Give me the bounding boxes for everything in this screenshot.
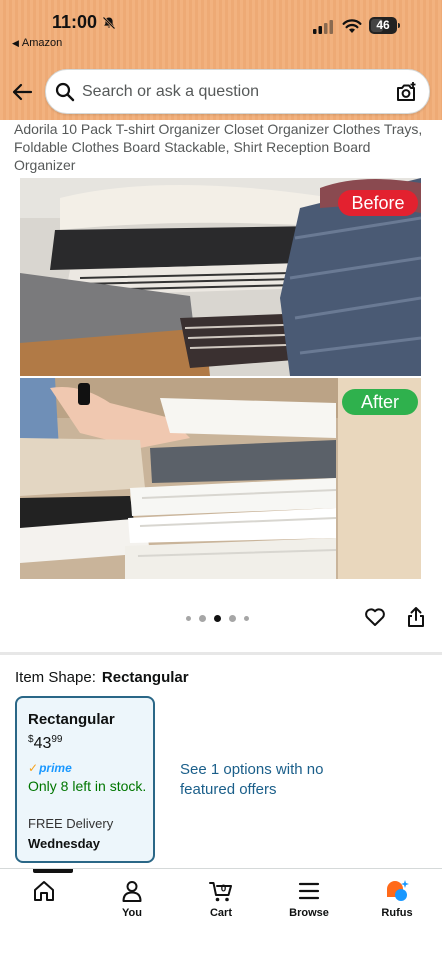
status-time: 11:00 (52, 12, 98, 32)
heart-icon[interactable] (364, 606, 386, 628)
home-icon (34, 881, 54, 901)
nav-browse[interactable]: Browse (274, 869, 344, 929)
rufus-icon (387, 880, 409, 901)
price-fraction: 99 (51, 734, 63, 745)
share-icon[interactable] (406, 606, 426, 628)
prime-label: prime (39, 761, 72, 775)
see-options-link[interactable]: See 1 options with no featured offers (180, 760, 340, 800)
bell-slash-icon (102, 16, 116, 30)
carousel-dot[interactable] (186, 615, 191, 621)
product-image[interactable]: Before After (20, 178, 421, 579)
search-input[interactable] (82, 78, 382, 106)
nav-home[interactable] (9, 869, 79, 929)
back-to-app-link[interactable]: ◀ Amazon (12, 37, 62, 49)
delivery-label: FREE Delivery (28, 816, 114, 831)
prime-badge: ✓prime (28, 761, 72, 775)
after-badge: After (342, 389, 418, 415)
nav-label: Browse (289, 907, 329, 919)
carousel-dot[interactable] (199, 614, 206, 622)
back-app-label: Amazon (21, 37, 63, 49)
search-bar[interactable] (45, 69, 430, 114)
carousel-dots[interactable] (186, 614, 249, 622)
bottom-nav: You 0 Cart Browse Rufus (0, 868, 442, 960)
battery-icon: 46 (369, 17, 401, 34)
before-badge: Before (338, 190, 418, 216)
carousel-dot[interactable] (244, 615, 249, 621)
battery-level: 46 (376, 18, 390, 32)
price-whole: 43 (33, 735, 52, 752)
back-triangle-icon: ◀ (12, 38, 19, 48)
item-shape-value: Rectangular (101, 669, 189, 686)
nav-label: Cart (209, 907, 232, 919)
variant-card-rectangular[interactable]: Rectangular $4399 ✓prime Only 8 left in … (15, 696, 155, 863)
wifi-icon (342, 19, 362, 33)
variant-name: Rectangular (28, 711, 115, 728)
cart-icon: 0 (209, 882, 232, 902)
nav-you[interactable]: You (97, 869, 167, 929)
back-arrow-icon[interactable] (10, 80, 34, 104)
carousel-dot-active[interactable] (214, 614, 221, 622)
section-divider (0, 652, 442, 655)
nav-label: Rufus (381, 907, 413, 919)
active-indicator (33, 869, 73, 873)
nav-rufus[interactable]: Rufus (362, 869, 432, 929)
person-icon (122, 881, 142, 902)
variant-price: $4399 (28, 734, 62, 753)
cart-count: 0 (221, 884, 227, 895)
camera-search-icon[interactable] (395, 81, 417, 103)
signal-icon (313, 20, 333, 34)
menu-icon (298, 882, 320, 900)
header: 11:00 ◀ Amazon 46 (0, 0, 442, 120)
item-shape-label: Item Shape: (15, 669, 96, 686)
stock-status: Only 8 left in stock. (28, 778, 147, 794)
carousel-dot[interactable] (229, 614, 236, 622)
search-icon (55, 82, 75, 102)
product-title: Adorila 10 Pack T-shirt Organizer Closet… (14, 121, 423, 173)
nav-cart[interactable]: 0 Cart (186, 869, 256, 929)
item-shape-row: Item Shape: Rectangular (15, 669, 189, 686)
prime-check-icon: ✓ (28, 761, 39, 775)
delivery-day: Wednesday (28, 836, 101, 851)
nav-label: You (122, 907, 142, 919)
